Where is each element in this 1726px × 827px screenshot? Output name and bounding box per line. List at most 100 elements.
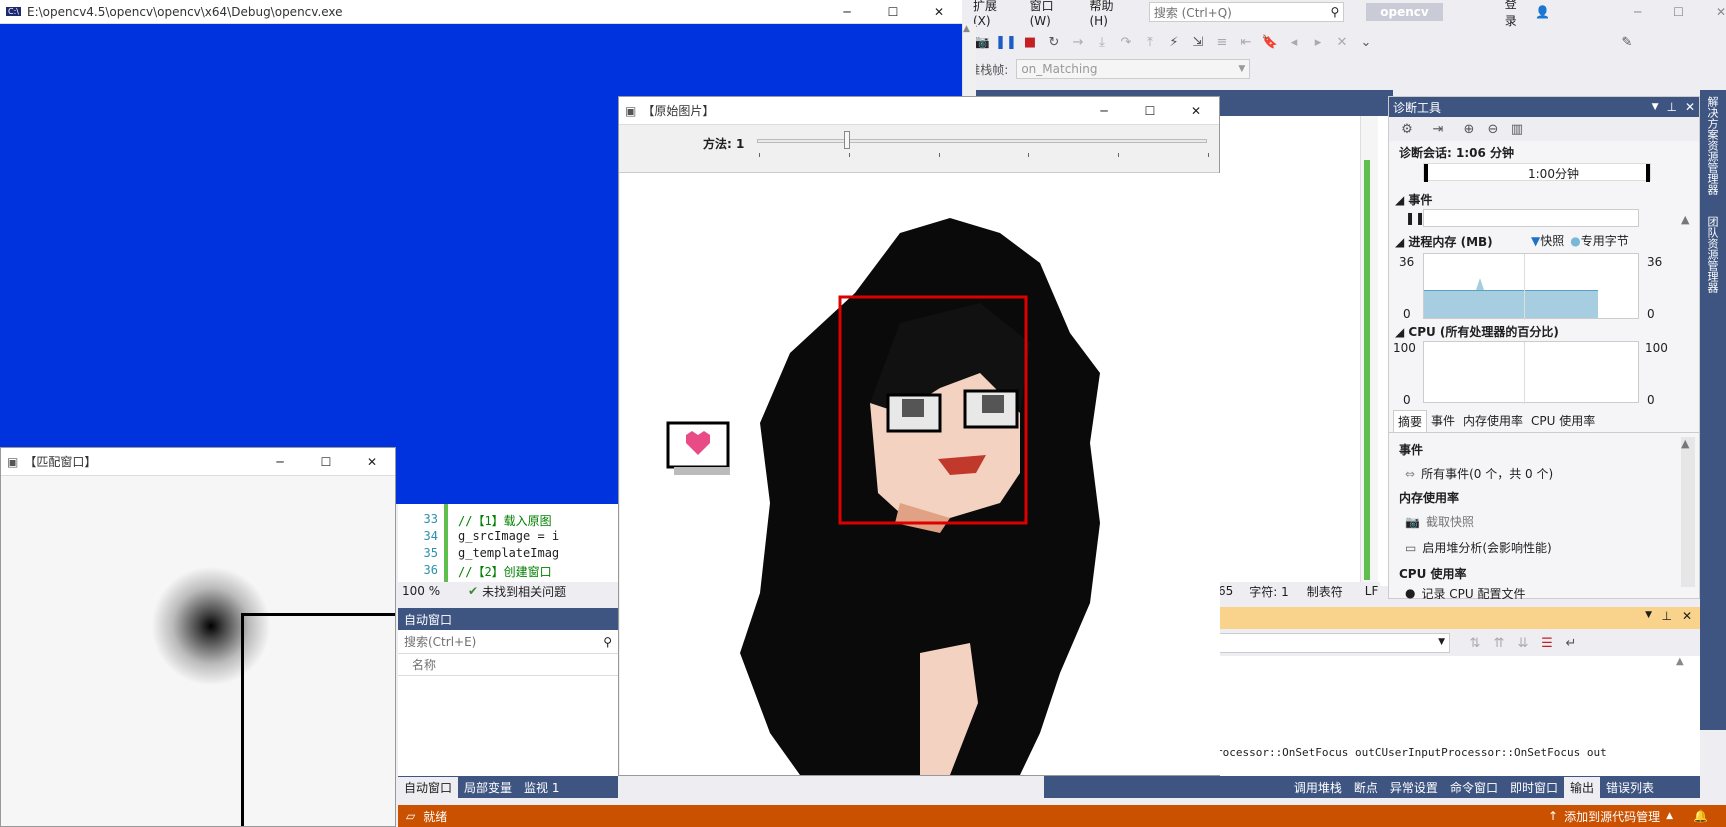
sum-cpu-item[interactable]: ● 记录 CPU 配置文件 — [1405, 587, 1526, 599]
tab-summary[interactable]: 摘要 — [1393, 409, 1428, 432]
tab-breakpoints[interactable]: 断点 — [1348, 777, 1384, 798]
minimize-icon[interactable]: ─ — [824, 5, 870, 19]
sum-events-item[interactable]: ⇔ 所有事件(0 个，共 0 个) — [1405, 465, 1553, 482]
tab-auto[interactable]: 自动窗口 — [398, 776, 459, 798]
user-icon[interactable]: 👤 — [1535, 5, 1550, 19]
prev-bookmark-icon[interactable]: ◂ — [1285, 33, 1303, 51]
tab-exceptions[interactable]: 异常设置 — [1384, 777, 1444, 798]
tab-error-list[interactable]: 错误列表 — [1600, 777, 1660, 798]
close-icon[interactable]: ✕ — [1685, 100, 1695, 114]
line-number: 33 — [423, 512, 438, 526]
step-over-icon[interactable]: ↷ — [1117, 33, 1135, 51]
dropdown-icon[interactable]: ▼ — [1645, 610, 1652, 620]
vs-title-bar: 扩展(X) 窗口(W) 帮助(H) 搜索 (Ctrl+Q) ⚲ opencv 登… — [873, 0, 1726, 28]
threads-icon[interactable]: ⚡ — [1165, 33, 1183, 51]
word-wrap-icon[interactable]: ↵ — [1562, 634, 1580, 652]
maximize-icon[interactable]: ☐ — [303, 455, 349, 469]
close-icon[interactable]: ✕ — [349, 455, 395, 469]
col-name[interactable]: 名称 — [412, 656, 436, 673]
export-icon[interactable]: ⇥ — [1429, 120, 1447, 138]
trackbar-thumb[interactable] — [844, 131, 850, 149]
pin-icon[interactable]: ⊥ — [1662, 609, 1672, 623]
chart-icon[interactable]: ▥ — [1508, 120, 1526, 138]
source-control[interactable]: 添加到源代码管理 — [1564, 808, 1660, 825]
tab-cpu[interactable]: CPU 使用率 — [1527, 410, 1599, 431]
bookmark-icon[interactable]: 🔖 — [1261, 33, 1279, 51]
cpu-min-left: 0 — [1403, 393, 1411, 407]
stackframe-value: on_Matching — [1021, 62, 1098, 76]
gear-icon[interactable]: ⚙ — [1398, 120, 1416, 138]
step-into-icon[interactable]: ⤓ — [1093, 33, 1111, 51]
trackbar-track[interactable] — [757, 139, 1207, 143]
tab-call-stack[interactable]: 调用堆栈 — [1288, 777, 1348, 798]
tab-output[interactable]: 输出 — [1563, 776, 1600, 798]
pause-icon[interactable]: ❚❚ — [995, 33, 1017, 51]
sum-mem-snapshot[interactable]: 📷 截取快照 — [1405, 513, 1474, 530]
comment-icon[interactable]: ≡ — [1213, 33, 1231, 51]
menu-help[interactable]: 帮助(H) — [1090, 0, 1129, 28]
close-icon[interactable]: ✕ — [1682, 609, 1692, 623]
zoom-in-icon[interactable]: ⊕ — [1460, 120, 1478, 138]
restart-icon[interactable]: ↻ — [1045, 33, 1063, 51]
pin-icon[interactable]: ⊥ — [1666, 100, 1676, 114]
dropdown-icon[interactable]: ▼ — [1652, 102, 1659, 112]
minimize-icon[interactable]: ─ — [1081, 104, 1127, 118]
editor-line-36: 36 //【2】创建窗口 — [398, 563, 618, 580]
tick — [848, 153, 850, 157]
chevron-up-icon[interactable]: ▲ — [1666, 811, 1673, 821]
prev-message-icon[interactable]: ⇈ — [1490, 634, 1508, 652]
menu-window[interactable]: 窗口(W) — [1030, 0, 1072, 28]
menu-extensions[interactable]: 扩展(X) — [973, 0, 1012, 28]
step-out-icon[interactable]: ⤒ — [1141, 33, 1159, 51]
zoom-out-icon[interactable]: ⊖ — [1484, 120, 1502, 138]
minimize-icon[interactable]: ─ — [1634, 5, 1641, 19]
find-message-icon[interactable]: ⇅ — [1466, 634, 1484, 652]
cpu-min-right: 0 — [1647, 393, 1655, 407]
next-message-icon[interactable]: ⇊ — [1514, 634, 1532, 652]
next-bookmark-icon[interactable]: ▸ — [1309, 33, 1327, 51]
col-info: 65 — [1218, 584, 1234, 598]
output-scroll[interactable]: ▲ — [1676, 656, 1692, 776]
sum-events-text: 所有事件(0 个，共 0 个) — [1421, 467, 1554, 481]
clear-all-icon[interactable]: ☰ — [1538, 634, 1556, 652]
pixel-art-portrait — [666, 218, 1100, 775]
summary-scroll[interactable]: ▲ — [1681, 437, 1695, 587]
indent-icon[interactable]: ⇤ — [1237, 33, 1255, 51]
trackbar-ticks — [759, 153, 1209, 157]
cpu-max-right: 100 — [1645, 341, 1668, 355]
show-next-statement-icon[interactable]: → — [1069, 33, 1087, 51]
orig-window: ▣ 【原始图片】 ─ ☐ ✕ 方法: 1 — [618, 96, 1220, 776]
tab-watch1[interactable]: 监视 1 — [518, 777, 565, 798]
hex-icon[interactable]: ⇲ — [1189, 33, 1207, 51]
tab-events[interactable]: 事件 — [1427, 410, 1459, 431]
maximize-icon[interactable]: ☐ — [870, 5, 916, 19]
feedback-icon[interactable]: ✎ — [1618, 33, 1636, 51]
close-icon[interactable]: ✕ — [1173, 104, 1219, 118]
sum-cpu-h: CPU 使用率 — [1399, 567, 1467, 581]
close-icon[interactable]: ✕ — [916, 5, 962, 19]
arrow-up-icon: ↑ — [1548, 809, 1559, 823]
side-tab-solution[interactable]: 解决方案资源管理器 — [1706, 96, 1720, 195]
stop-icon[interactable]: ■ — [1021, 33, 1039, 51]
login-link[interactable]: 登录 — [1505, 0, 1527, 29]
clear-bookmark-icon[interactable]: ✕ — [1333, 33, 1351, 51]
close-icon[interactable]: ✕ — [1716, 5, 1726, 19]
legend-private: 专用字节 — [1580, 234, 1629, 248]
zoom-level[interactable]: 100 % — [398, 584, 458, 598]
maximize-icon[interactable]: ☐ — [1127, 104, 1173, 118]
auto-window: 自动窗口 搜索(Ctrl+E) ⚲ 名称 — [398, 608, 618, 776]
auto-search[interactable]: 搜索(Ctrl+E) ⚲ — [398, 630, 618, 654]
stackframe-select[interactable]: on_Matching ▼ — [1016, 59, 1251, 79]
tab-memory[interactable]: 内存使用率 — [1459, 410, 1527, 431]
maximize-icon[interactable]: ☐ — [1673, 5, 1684, 19]
tab-command[interactable]: 命令窗口 — [1444, 777, 1504, 798]
minimize-icon[interactable]: ─ — [257, 455, 303, 469]
tab-locals[interactable]: 局部变量 — [458, 777, 518, 798]
bell-icon[interactable]: 🔔 — [1693, 809, 1708, 823]
side-tab-team[interactable]: 团队资源管理器 — [1706, 216, 1720, 293]
sum-mem-heap[interactable]: ▭ 启用堆分析(会影响性能) — [1405, 539, 1552, 556]
tab-immediate[interactable]: 即时窗口 — [1504, 777, 1564, 798]
overflow-icon[interactable]: ⌄ — [1357, 33, 1375, 51]
search-box[interactable]: 搜索 (Ctrl+Q) ⚲ — [1148, 2, 1345, 22]
diag-scroll[interactable]: ▲ — [1681, 213, 1695, 403]
